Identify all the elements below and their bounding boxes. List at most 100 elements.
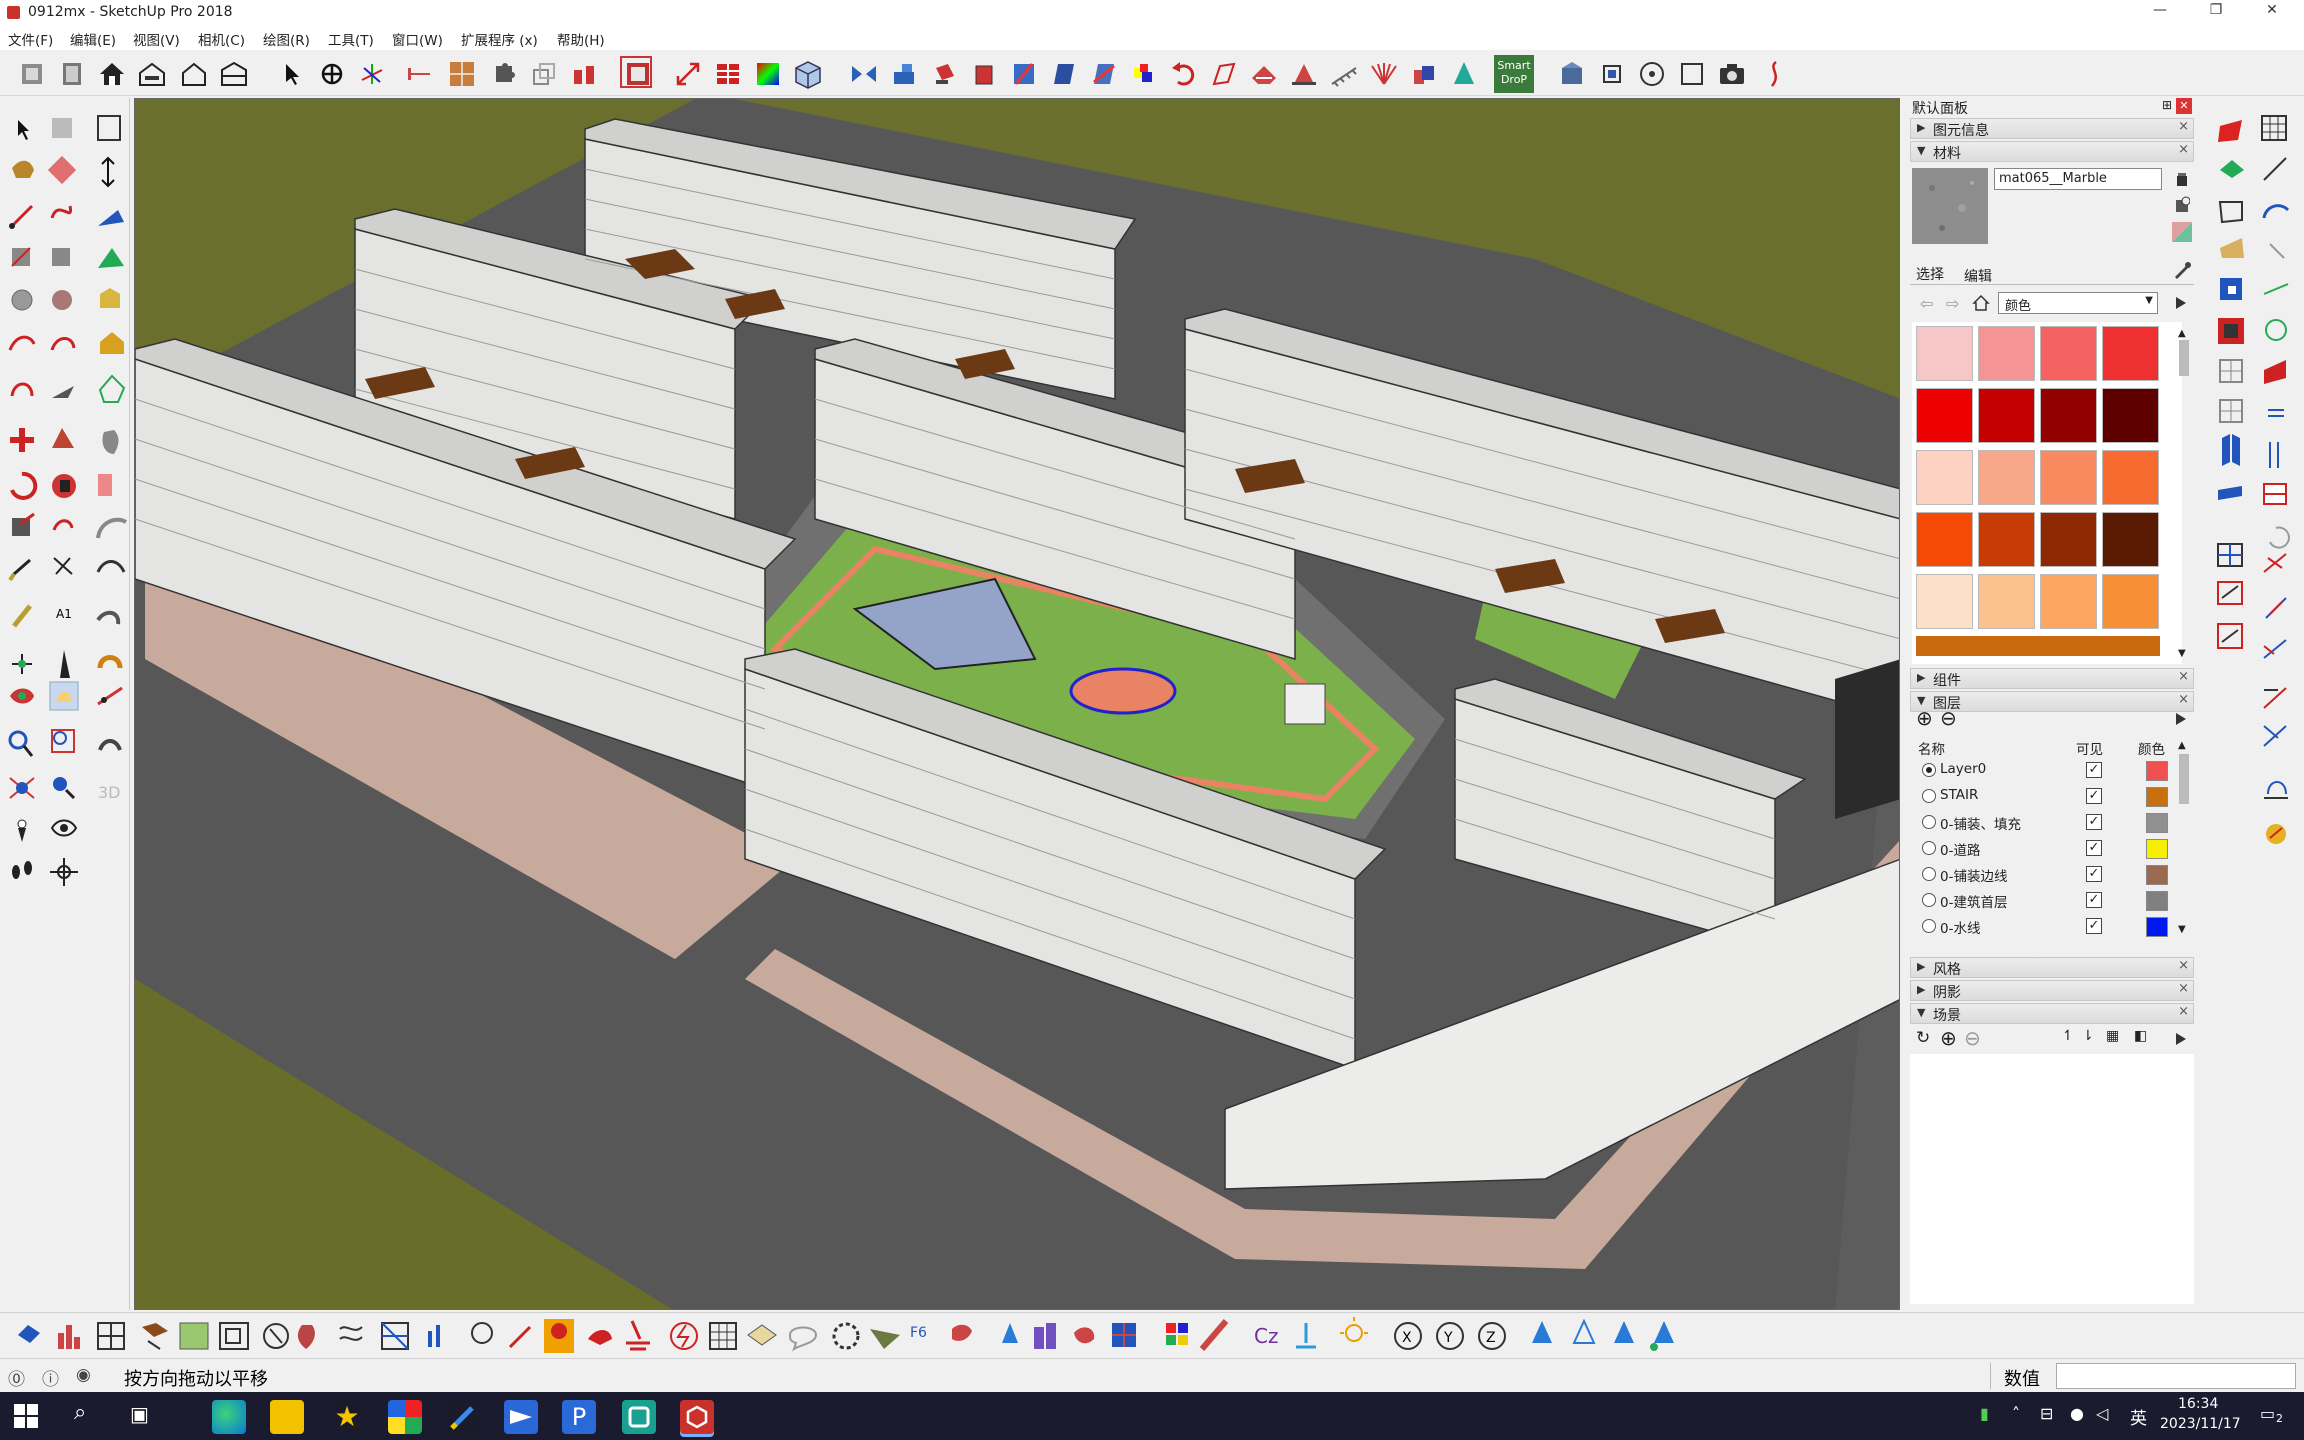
menu-help[interactable]: 帮助(H)	[557, 29, 605, 49]
colorful-app-icon[interactable]	[388, 1400, 422, 1434]
camera-icon[interactable]	[1716, 58, 1748, 90]
tab-select[interactable]: 选择	[1916, 264, 1944, 284]
book-icon[interactable]	[56, 58, 88, 90]
visible-checkbox[interactable]: ✓	[2086, 788, 2102, 804]
update-scene-icon[interactable]: ↻	[1916, 1028, 1930, 1048]
layer-color-swatch[interactable]	[2146, 891, 2168, 911]
tent-icon[interactable]	[1288, 58, 1320, 90]
circle-dot-icon[interactable]	[1636, 58, 1668, 90]
entity-info-section[interactable]: ▶ 图元信息 ×	[1910, 118, 2194, 139]
scroll-up-icon[interactable]: ▲	[2178, 328, 2186, 339]
puzzle-icon[interactable]	[488, 58, 520, 90]
blue-block-icon[interactable]	[888, 58, 920, 90]
active-layer-radio[interactable]	[1922, 919, 1936, 933]
scale-icon[interactable]	[1596, 58, 1628, 90]
film-icon[interactable]	[620, 56, 652, 88]
layer-name[interactable]: 0-水线	[1940, 917, 1980, 937]
menu-extensions[interactable]: 扩展程序 (x)	[461, 29, 538, 49]
sample-paint-icon[interactable]	[2172, 222, 2192, 242]
menu-file[interactable]: 文件(F)	[8, 29, 53, 49]
resize-arrow-icon[interactable]	[672, 58, 704, 90]
tray-chevron-icon[interactable]: ˄	[2012, 1404, 2020, 1423]
bucket-icon[interactable]	[568, 58, 600, 90]
materials-section[interactable]: ▼ 材料 ×	[1910, 141, 2194, 162]
measurements-input[interactable]	[2056, 1363, 2296, 1389]
material-swatch[interactable]	[2102, 326, 2159, 381]
show-details-icon[interactable]: ◧	[2134, 1028, 2147, 1044]
taskbar-date[interactable]: 2023/11/17	[2160, 1416, 2241, 1432]
menu-draw[interactable]: 绘图(R)	[263, 29, 310, 49]
remove-layer-icon[interactable]: ⊖	[1940, 706, 1957, 730]
house-stack-icon[interactable]	[1408, 58, 1440, 90]
eyedropper-icon[interactable]	[2172, 260, 2192, 280]
material-swatch[interactable]	[1978, 388, 2035, 443]
material-swatch[interactable]	[2102, 450, 2159, 505]
section-close-icon[interactable]: ×	[2178, 1004, 2189, 1019]
stack-icon[interactable]	[528, 58, 560, 90]
model-viewport[interactable]	[134, 98, 1900, 1310]
menu-tools[interactable]: 工具(T)	[328, 29, 374, 49]
close-button[interactable]: ✕	[2252, 2, 2292, 18]
file-explorer-icon[interactable]	[270, 1400, 304, 1434]
select-arrow-icon[interactable]	[276, 58, 308, 90]
tray-pin-icon[interactable]: ⊞	[2162, 98, 2172, 112]
battery-icon[interactable]: ▮	[1980, 1404, 1989, 1423]
active-layer-radio[interactable]	[1922, 763, 1936, 777]
building-icon[interactable]	[1556, 58, 1588, 90]
user-icon[interactable]: ◉	[76, 1365, 91, 1385]
info-icon[interactable]: ⓘ	[42, 1365, 59, 1390]
paint-bucket-icon[interactable]	[2174, 170, 2190, 188]
material-swatch[interactable]	[1978, 512, 2035, 567]
layer-row[interactable]: STAIR ✓	[1914, 784, 2184, 810]
visible-checkbox[interactable]: ✓	[2086, 762, 2102, 778]
fold-icon[interactable]	[1208, 58, 1240, 90]
slash-plane-icon[interactable]	[1008, 58, 1040, 90]
active-layer-radio[interactable]	[1922, 789, 1936, 803]
layer-row[interactable]: 0-水线 ✓	[1914, 914, 2184, 940]
windows-start-icon[interactable]	[14, 1404, 38, 1428]
visible-checkbox[interactable]: ✓	[2086, 866, 2102, 882]
rays-icon[interactable]	[1368, 58, 1400, 90]
section-close-icon[interactable]: ×	[2178, 981, 2189, 996]
material-create-icon[interactable]	[2174, 196, 2191, 214]
layer-row[interactable]: 0-铺装边线 ✓	[1914, 862, 2184, 888]
material-swatch[interactable]	[1916, 326, 1973, 381]
layer-color-swatch[interactable]	[2146, 787, 2168, 807]
cuboid-icon[interactable]	[968, 58, 1000, 90]
components-section[interactable]: ▶ 组件 ×	[1910, 668, 2194, 689]
search-icon[interactable]: ⌕	[74, 1400, 86, 1425]
photos-app-icon[interactable]	[622, 1400, 656, 1434]
material-name-input[interactable]: mat065__Marble	[1994, 168, 2162, 190]
forward-arrow-icon[interactable]: ⇨	[1946, 294, 1959, 313]
crosshair-icon[interactable]	[316, 58, 348, 90]
sketchup-taskbar-icon[interactable]	[680, 1400, 714, 1434]
layer-color-swatch[interactable]	[2146, 917, 2168, 937]
active-layer-radio[interactable]	[1922, 867, 1936, 881]
layer-name[interactable]: 0-道路	[1940, 839, 1980, 859]
back-arrow-icon[interactable]: ⇦	[1920, 294, 1933, 313]
grid-red-icon[interactable]	[712, 58, 744, 90]
axis-icon[interactable]	[356, 58, 388, 90]
shadows-section[interactable]: ▶ 阴影 ×	[1910, 980, 2194, 1001]
scenes-section[interactable]: ▼ 场景 ×	[1910, 1003, 2194, 1024]
scroll-thumb[interactable]	[2179, 754, 2189, 804]
section-close-icon[interactable]: ×	[2178, 669, 2189, 684]
layer-name[interactable]: 0-建筑首层	[1940, 891, 2007, 911]
pen-app-icon[interactable]	[446, 1400, 480, 1434]
material-swatch[interactable]	[2102, 512, 2159, 567]
layer-name[interactable]: STAIR	[1940, 787, 1978, 803]
active-layer-radio[interactable]	[1922, 815, 1936, 829]
tab-edit[interactable]: 编辑	[1964, 266, 1992, 286]
scroll-up-icon[interactable]: ▲	[2178, 740, 2186, 751]
visible-checkbox[interactable]: ✓	[2086, 840, 2102, 856]
bottom-tool-icons[interactable]: F6 Cz X Y Z	[0, 1313, 2304, 1359]
edge-browser-icon[interactable]	[212, 1400, 246, 1434]
material-swatch[interactable]	[2102, 388, 2159, 443]
outline-house-icon[interactable]	[178, 58, 210, 90]
styles-section[interactable]: ▶ 风格 ×	[1910, 957, 2194, 978]
squiggle-icon[interactable]	[1758, 58, 1790, 90]
material-swatch[interactable]	[2040, 512, 2097, 567]
minimize-button[interactable]: —	[2140, 2, 2180, 18]
material-swatch[interactable]	[1978, 450, 2035, 505]
input-method[interactable]: 英	[2130, 1404, 2147, 1429]
